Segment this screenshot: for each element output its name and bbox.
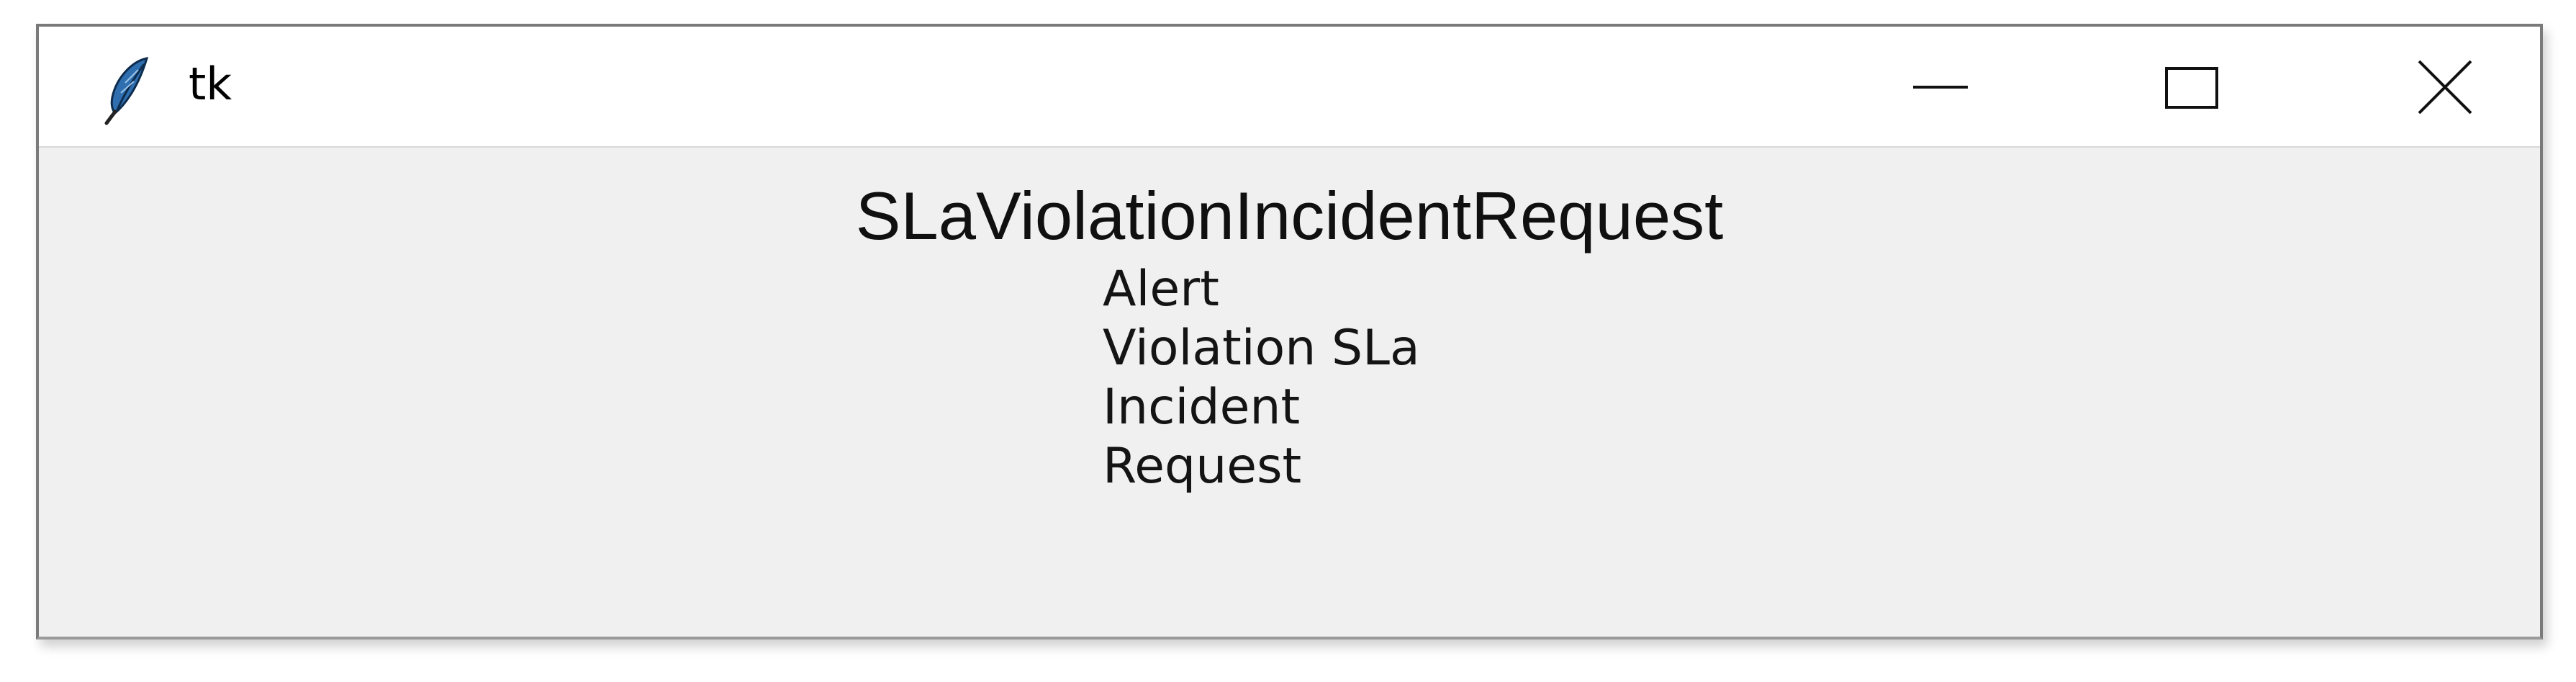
tk-feather-icon[interactable] [96, 54, 161, 126]
close-button[interactable] [2315, 27, 2575, 148]
minimize-icon [1913, 86, 1968, 89]
maximize-button[interactable] [2063, 27, 2322, 148]
maximize-icon [2165, 67, 2218, 109]
minimize-button[interactable] [1811, 27, 2070, 148]
list-item-alert: Alert [1103, 261, 1219, 318]
item-list: Alert Violation SLa Incident Request [1103, 260, 1420, 496]
list-item-incident: Incident [1103, 379, 1301, 436]
client-area: SLaViolationIncidentRequest Alert Violat… [39, 148, 2540, 637]
title-bar[interactable]: tk [39, 27, 2540, 148]
window-title: tk [189, 58, 232, 110]
app-window: tk SLaViolationIncidentRequest Alert Vio… [36, 24, 2543, 640]
list-item-request: Request [1103, 438, 1302, 495]
close-icon [2418, 60, 2472, 115]
page-title: SLaViolationIncidentRequest [855, 178, 1724, 253]
list-item-violation-sla: Violation SLa [1103, 320, 1420, 377]
